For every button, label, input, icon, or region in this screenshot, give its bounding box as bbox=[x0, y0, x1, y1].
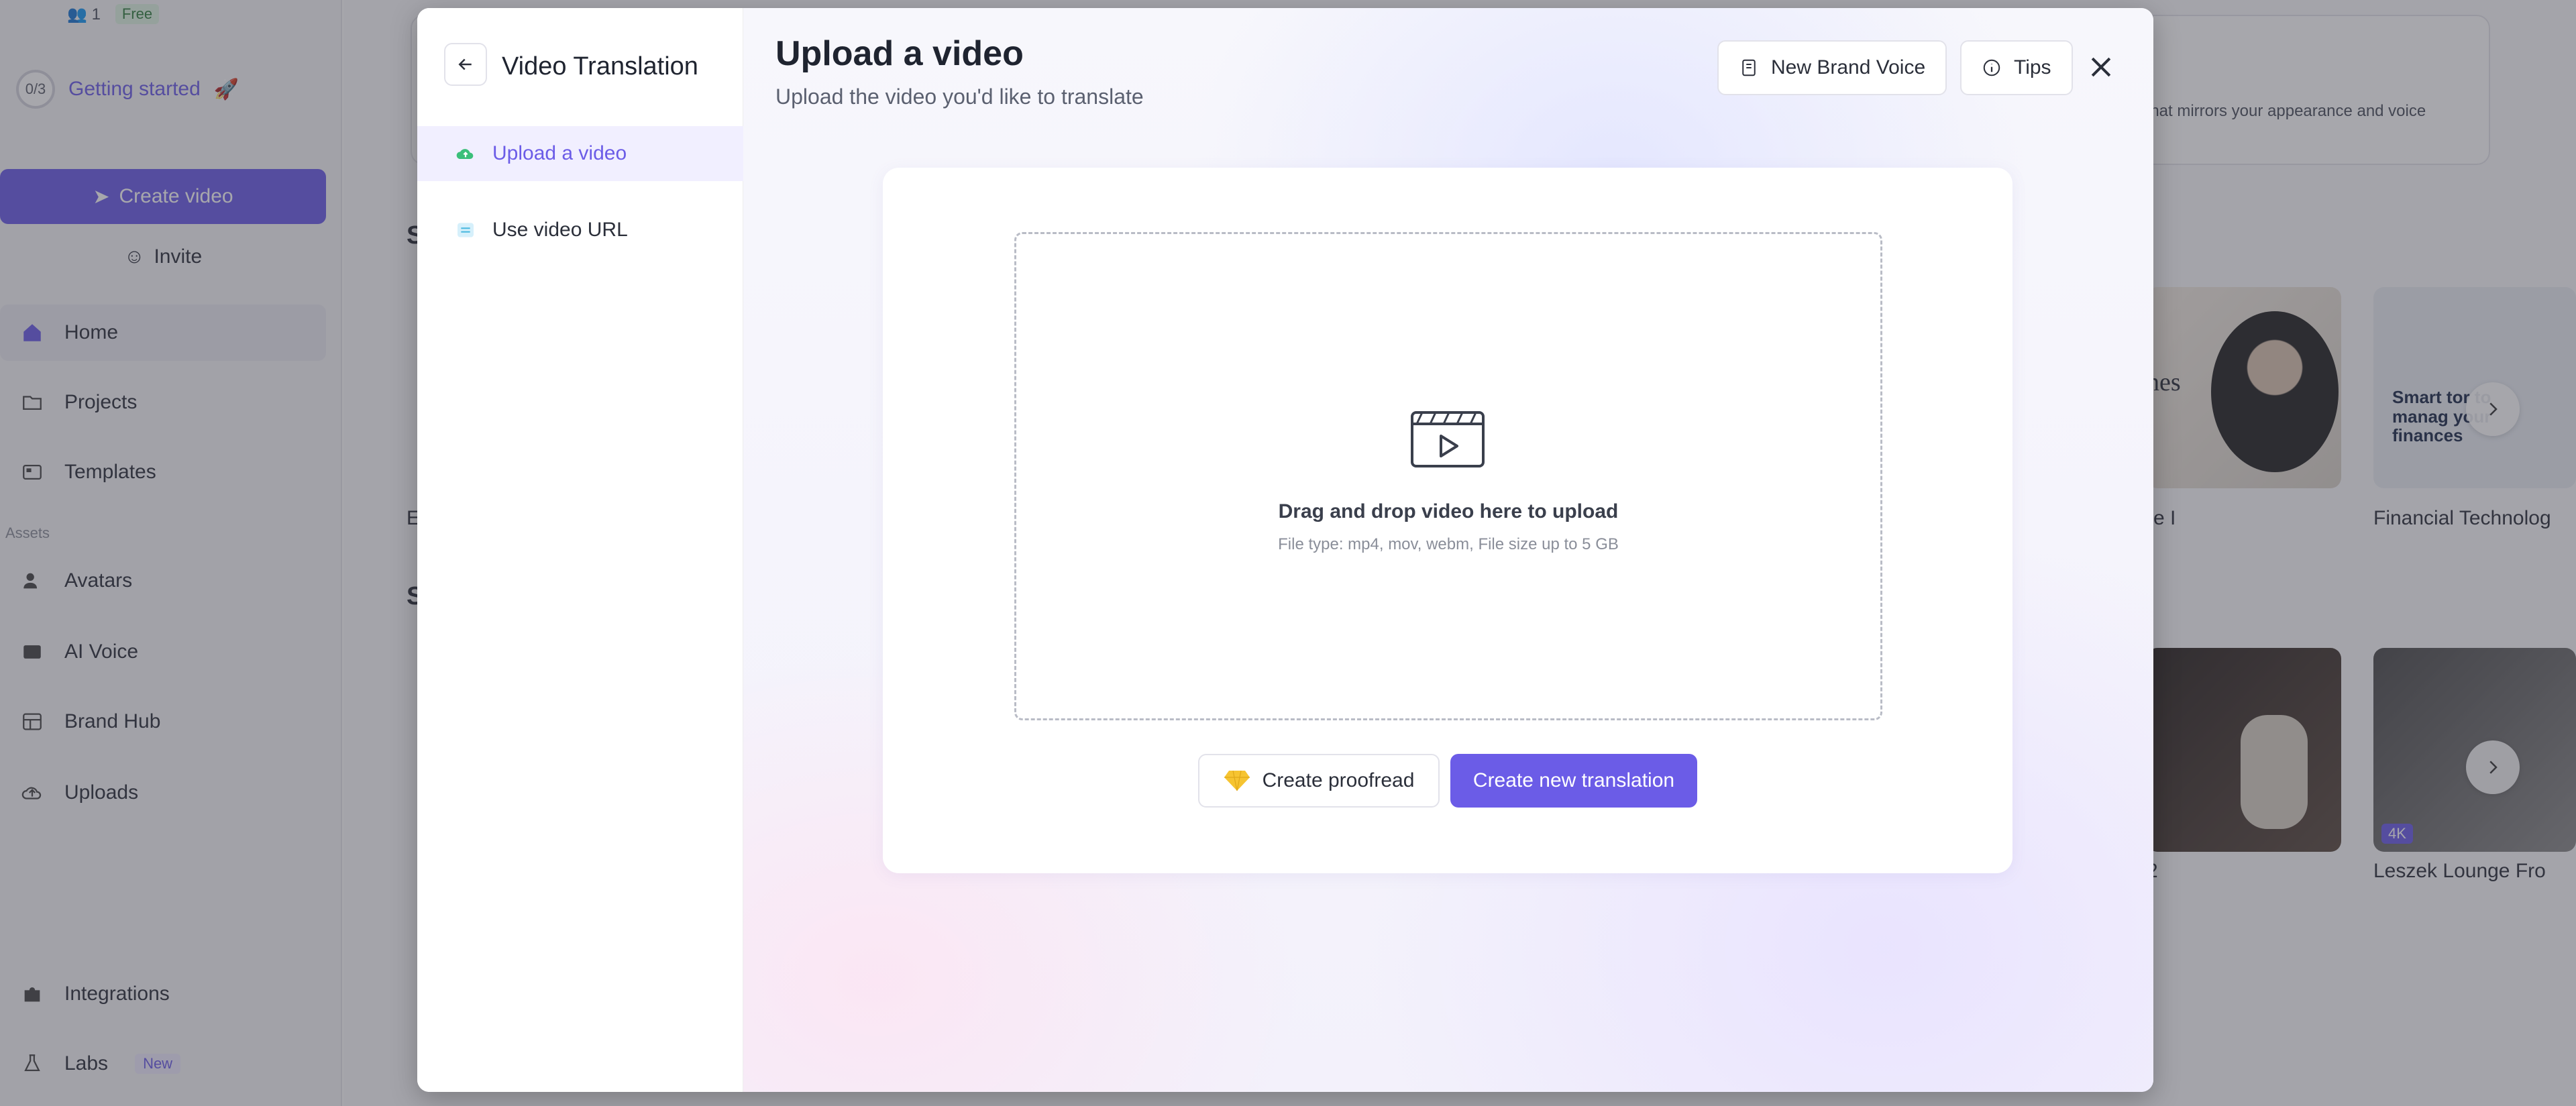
back-button[interactable] bbox=[444, 43, 487, 86]
modal-side-title: Video Translation bbox=[502, 52, 698, 80]
arrow-left-icon bbox=[458, 58, 472, 70]
cloud-upload-icon bbox=[456, 149, 474, 159]
button-label: Tips bbox=[2014, 56, 2051, 78]
tab-upload-video[interactable]: Upload a video bbox=[417, 126, 743, 181]
page-title: Upload a video bbox=[775, 34, 1024, 73]
button-label: Create proofread bbox=[1262, 769, 1415, 791]
new-brand-voice-button[interactable]: New Brand Voice bbox=[1717, 40, 1947, 95]
button-label: New Brand Voice bbox=[1771, 56, 1926, 78]
tab-label: Use video URL bbox=[492, 219, 628, 241]
info-icon bbox=[1983, 59, 2000, 76]
video-dropzone[interactable] bbox=[1014, 232, 1882, 720]
tips-button[interactable]: Tips bbox=[1960, 40, 2073, 95]
create-proofread-button[interactable]: Create proofread bbox=[1198, 754, 1440, 808]
dropzone-subtitle: File type: mp4, mov, webm, File size up … bbox=[1278, 535, 1619, 553]
page-subtitle: Upload the video you'd like to translate bbox=[775, 85, 1144, 109]
dropzone-title: Drag and drop video here to upload bbox=[1278, 500, 1619, 522]
link-box-icon bbox=[458, 223, 474, 237]
tab-video-url[interactable]: Use video URL bbox=[417, 203, 743, 258]
create-new-translation-button[interactable]: Create new translation bbox=[1450, 754, 1697, 808]
tab-label: Upload a video bbox=[492, 142, 627, 164]
close-button[interactable] bbox=[2084, 50, 2118, 85]
modal-side-panel: Video Translation Upload a video Use vid… bbox=[417, 8, 743, 1092]
diamond-icon bbox=[1224, 770, 1250, 791]
video-file-icon bbox=[1411, 411, 1485, 467]
book-icon bbox=[1742, 59, 1756, 76]
close-icon bbox=[2091, 57, 2111, 77]
